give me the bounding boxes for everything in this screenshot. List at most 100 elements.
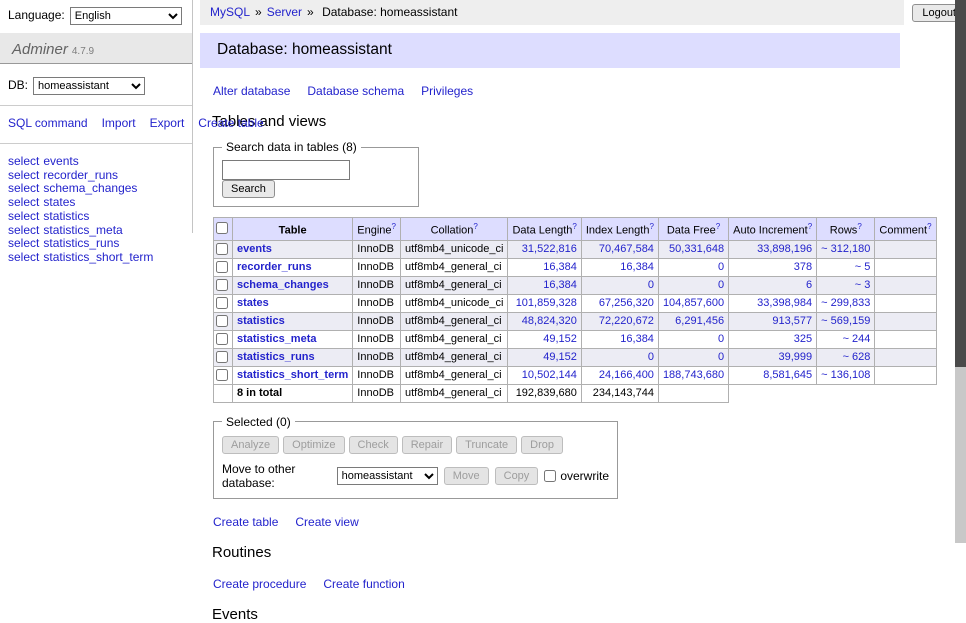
row-checkbox[interactable] [216, 315, 228, 327]
table-name-link[interactable]: statistics_runs [237, 351, 315, 363]
data-length-link[interactable]: 48,824,320 [522, 315, 577, 327]
column-help-link[interactable]: ? [572, 222, 576, 231]
auto-increment-link[interactable]: 325 [794, 333, 812, 345]
row-checkbox[interactable] [216, 297, 228, 309]
select-link[interactable]: select [8, 250, 39, 264]
table-name-link[interactable]: statistics_meta [237, 333, 317, 345]
auto-increment-link[interactable]: 33,398,984 [757, 297, 812, 309]
create-link[interactable]: Create table [213, 515, 278, 529]
sidebar-table-link[interactable]: schema_changes [43, 181, 137, 195]
row-checkbox[interactable] [216, 261, 228, 273]
select-link[interactable]: select [8, 154, 39, 168]
sidebar-menu-link[interactable]: Create table [198, 116, 263, 130]
data-free-link[interactable]: 6,291,456 [675, 315, 724, 327]
auto-increment-link[interactable]: 39,999 [779, 351, 813, 363]
rows-count-link[interactable]: ~ 569,159 [821, 315, 870, 327]
sidebar-table-link[interactable]: statistics_runs [43, 236, 119, 250]
sidebar-table-link[interactable]: statistics [43, 209, 89, 223]
rows-count-link[interactable]: ~ 312,180 [821, 243, 870, 255]
bulk-action-button[interactable]: Optimize [283, 436, 344, 454]
rows-count-link[interactable]: ~ 299,833 [821, 297, 870, 309]
data-length-link[interactable]: 10,502,144 [522, 369, 577, 381]
routine-link[interactable]: Create function [323, 577, 404, 591]
index-length-link[interactable]: 70,467,584 [599, 243, 654, 255]
select-link[interactable]: select [8, 236, 39, 250]
create-link[interactable]: Create view [295, 515, 358, 529]
data-free-link[interactable]: 104,857,600 [663, 297, 724, 309]
sidebar-menu-link[interactable]: SQL command [8, 116, 88, 130]
adminer-home-link[interactable]: Adminer [12, 41, 68, 58]
select-link[interactable]: select [8, 209, 39, 223]
data-length-link[interactable]: 16,384 [543, 279, 577, 291]
data-free-link[interactable]: 188,743,680 [663, 369, 724, 381]
sidebar-table-link[interactable]: recorder_runs [43, 168, 118, 182]
data-length-link[interactable]: 101,859,328 [516, 297, 577, 309]
column-help-link[interactable]: ? [808, 222, 812, 231]
data-free-link[interactable]: 0 [718, 261, 724, 273]
column-help-link[interactable]: ? [649, 222, 653, 231]
index-length-link[interactable]: 16,384 [620, 261, 654, 273]
table-name-link[interactable]: recorder_runs [237, 261, 312, 273]
routine-link[interactable]: Create procedure [213, 577, 306, 591]
sidebar-table-link[interactable]: states [43, 195, 75, 209]
data-length-link[interactable]: 49,152 [543, 351, 577, 363]
row-checkbox[interactable] [216, 333, 228, 345]
db-action-link[interactable]: Privileges [421, 84, 473, 98]
select-link[interactable]: select [8, 223, 39, 237]
select-link[interactable]: select [8, 181, 39, 195]
rows-count-link[interactable]: ~ 244 [843, 333, 871, 345]
data-length-link[interactable]: 31,522,816 [522, 243, 577, 255]
search-button[interactable]: Search [222, 180, 275, 198]
rows-count-link[interactable]: ~ 628 [843, 351, 871, 363]
overwrite-option[interactable]: overwrite [544, 469, 609, 483]
bulk-action-button[interactable]: Drop [521, 436, 563, 454]
sidebar-table-link[interactable]: statistics_short_term [43, 250, 153, 264]
table-name-link[interactable]: schema_changes [237, 279, 329, 291]
auto-increment-link[interactable]: 378 [794, 261, 812, 273]
table-name-link[interactable]: statistics_short_term [237, 369, 348, 381]
language-select[interactable]: English [70, 7, 182, 25]
copy-button[interactable]: Copy [495, 467, 539, 485]
select-all-checkbox[interactable] [216, 222, 228, 234]
breadcrumb-link[interactable]: Server [267, 5, 302, 19]
index-length-link[interactable]: 67,256,320 [599, 297, 654, 309]
data-free-link[interactable]: 0 [718, 351, 724, 363]
auto-increment-link[interactable]: 33,898,196 [757, 243, 812, 255]
bulk-action-button[interactable]: Analyze [222, 436, 279, 454]
db-action-link[interactable]: Database schema [307, 84, 404, 98]
db-select[interactable]: homeassistant [33, 77, 145, 95]
row-checkbox[interactable] [216, 279, 228, 291]
auto-increment-link[interactable]: 913,577 [772, 315, 812, 327]
column-help-link[interactable]: ? [473, 222, 477, 231]
table-name-link[interactable]: events [237, 243, 272, 255]
column-help-link[interactable]: ? [857, 222, 861, 231]
table-name-link[interactable]: states [237, 297, 269, 309]
data-free-link[interactable]: 0 [718, 279, 724, 291]
scrollbar-thumb[interactable] [955, 0, 966, 367]
bulk-action-button[interactable]: Truncate [456, 436, 517, 454]
breadcrumb-link[interactable]: MySQL [210, 5, 250, 19]
sidebar-table-link[interactable]: events [43, 154, 78, 168]
rows-count-link[interactable]: ~ 136,108 [821, 369, 870, 381]
data-free-link[interactable]: 50,331,648 [669, 243, 724, 255]
select-link[interactable]: select [8, 195, 39, 209]
select-link[interactable]: select [8, 168, 39, 182]
row-checkbox[interactable] [216, 351, 228, 363]
bulk-action-button[interactable]: Check [349, 436, 398, 454]
index-length-link[interactable]: 0 [648, 279, 654, 291]
search-input[interactable] [222, 160, 350, 180]
auto-increment-link[interactable]: 6 [806, 279, 812, 291]
index-length-link[interactable]: 72,220,672 [599, 315, 654, 327]
sidebar-table-link[interactable]: statistics_meta [43, 223, 122, 237]
bulk-action-button[interactable]: Repair [402, 436, 452, 454]
data-length-link[interactable]: 16,384 [543, 261, 577, 273]
table-name-link[interactable]: statistics [237, 315, 285, 327]
sidebar-menu-link[interactable]: Import [102, 116, 136, 130]
row-checkbox[interactable] [216, 243, 228, 255]
move-db-select[interactable]: homeassistant [337, 467, 438, 485]
rows-count-link[interactable]: ~ 3 [855, 279, 871, 291]
db-action-link[interactable]: Alter database [213, 84, 290, 98]
column-help-link[interactable]: ? [716, 222, 720, 231]
index-length-link[interactable]: 16,384 [620, 333, 654, 345]
data-free-link[interactable]: 0 [718, 333, 724, 345]
